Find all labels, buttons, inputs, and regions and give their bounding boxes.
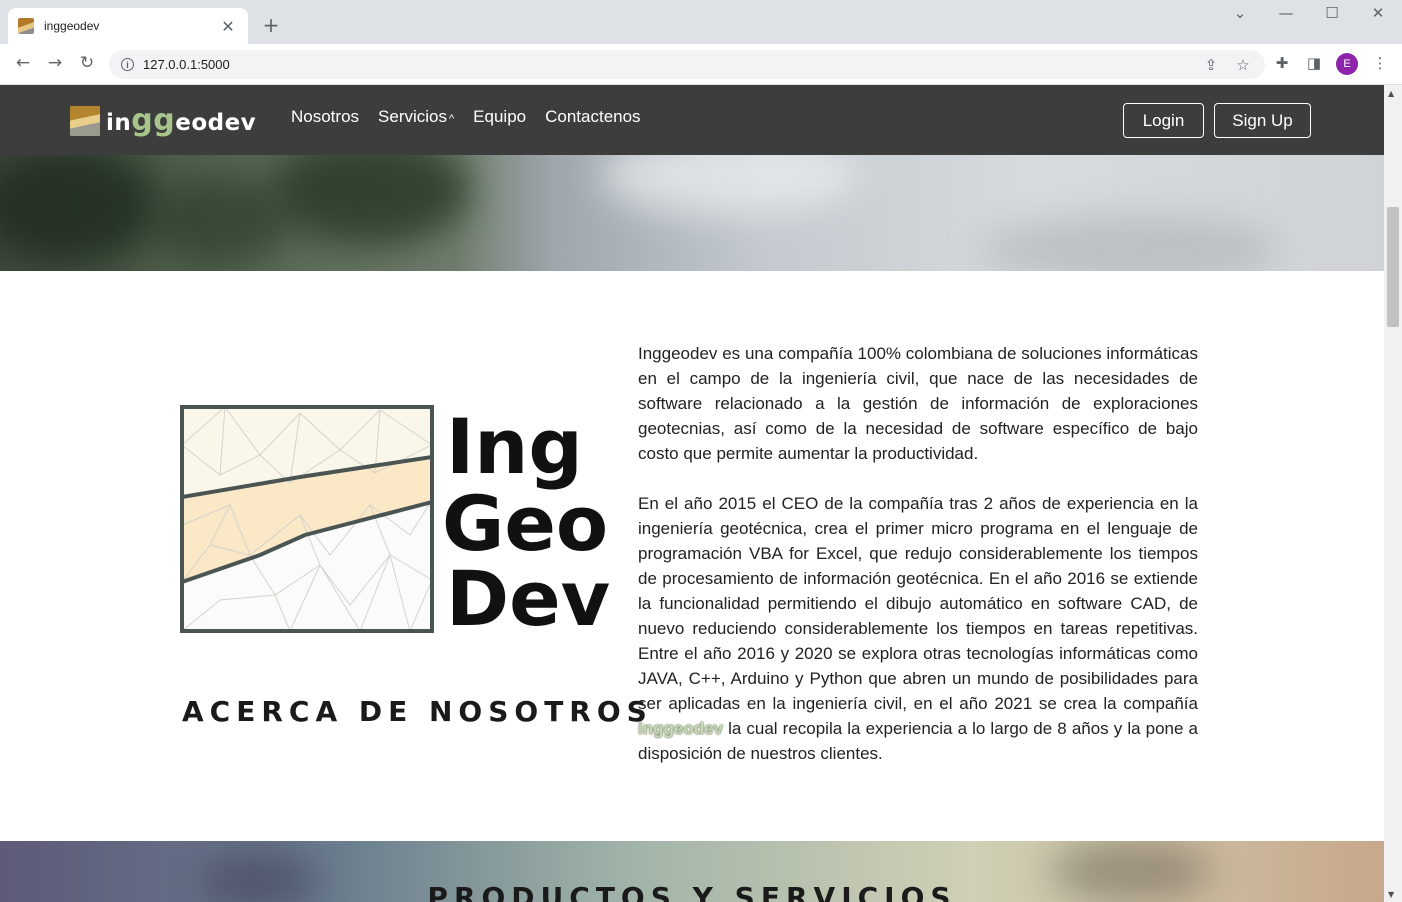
nav-links: Nosotros Servicios ^ Equipo Contactenos	[291, 107, 641, 127]
chevron-up-icon: ^	[449, 113, 455, 125]
products-heading: PRODUCTOS Y SERVICIOS	[427, 881, 957, 902]
address-bar[interactable]: i 127.0.0.1:5000 ⇪ ☆	[109, 50, 1265, 79]
share-icon[interactable]: ⇪	[1201, 56, 1221, 74]
url-text: 127.0.0.1:5000	[143, 57, 230, 72]
about-description: Inggeodev es una compañía 100% colombian…	[638, 341, 1198, 791]
forward-arrow-icon[interactable]: →	[44, 53, 66, 73]
products-section: PRODUCTOS Y SERVICIOS	[0, 841, 1384, 902]
favicon-icon	[18, 18, 34, 34]
menu-kebab-icon[interactable]: ⋮	[1370, 54, 1390, 72]
reload-icon[interactable]: ↻	[76, 53, 98, 73]
profile-avatar[interactable]: E	[1336, 53, 1358, 75]
about-paragraph-2: En el año 2015 el CEO de la compañía tra…	[638, 494, 1198, 763]
side-panel-icon[interactable]: ◨	[1304, 54, 1324, 72]
signup-button[interactable]: Sign Up	[1214, 103, 1311, 138]
about-section: Ing Geo Dev ACERCA DE NOSOTROS Inggeodev…	[0, 271, 1384, 841]
scrollbar-thumb[interactable]	[1387, 207, 1399, 327]
browser-tab[interactable]: inggeodev ✕	[8, 8, 248, 44]
inline-brand-name: inggeodev	[638, 719, 724, 738]
brand-mark-icon	[70, 105, 100, 136]
about-paragraph-1: Inggeodev es una compañía 100% colombian…	[638, 344, 1198, 463]
bookmark-star-icon[interactable]: ☆	[1233, 56, 1253, 74]
site-navbar: inggeodev Nosotros Servicios ^ Equipo Con…	[0, 85, 1384, 155]
tab-close-icon[interactable]: ✕	[218, 17, 238, 36]
nav-equipo[interactable]: Equipo	[473, 107, 526, 127]
browser-toolbar: ← → ↻ i 127.0.0.1:5000 ⇪ ☆ ✚ ◨ E ⋮	[0, 44, 1402, 85]
nav-contactenos[interactable]: Contactenos	[545, 107, 640, 127]
scroll-down-arrow-icon[interactable]: ▼	[1388, 890, 1394, 899]
login-button[interactable]: Login	[1123, 103, 1204, 138]
minimize-button[interactable]: —	[1263, 4, 1309, 22]
browser-tabstrip: inggeodev ✕ + ⌄ — ☐ ✕	[0, 0, 1402, 44]
close-window-button[interactable]: ✕	[1355, 4, 1401, 22]
maximize-button[interactable]: ☐	[1309, 4, 1355, 22]
site-info-icon[interactable]: i	[121, 58, 134, 71]
new-tab-button[interactable]: +	[260, 13, 282, 37]
brand-logo[interactable]: inggeodev	[70, 103, 256, 138]
page-viewport: inggeodev Nosotros Servicios ^ Equipo Con…	[0, 85, 1384, 902]
scroll-up-arrow-icon[interactable]: ▲	[1388, 89, 1394, 98]
nav-nosotros[interactable]: Nosotros	[291, 107, 359, 127]
tab-title: inggeodev	[44, 19, 100, 33]
brand-name: inggeodev	[106, 103, 257, 138]
nav-servicios[interactable]: Servicios ^	[378, 107, 454, 127]
hero-banner	[0, 155, 1384, 271]
page-scrollbar[interactable]: ▲ ▼	[1384, 85, 1402, 902]
about-heading: ACERCA DE NOSOTROS	[182, 695, 653, 728]
tab-search-icon[interactable]: ⌄	[1217, 4, 1263, 22]
logo-word-dev: Dev	[446, 554, 610, 643]
extensions-icon[interactable]: ✚	[1272, 54, 1292, 72]
back-arrow-icon[interactable]: ←	[12, 53, 34, 73]
inggeodev-logo: Ing Geo Dev	[180, 405, 610, 643]
